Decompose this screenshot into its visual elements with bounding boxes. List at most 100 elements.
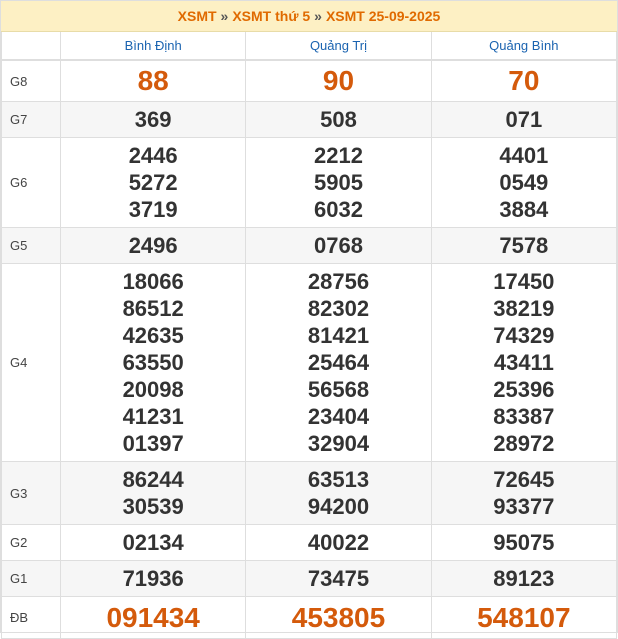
prize-number: 41231 [122, 404, 184, 429]
prize-cell: 091434 [59, 596, 247, 639]
prize-number: 6032 [314, 197, 363, 222]
prize-cell: 0768 [245, 227, 432, 264]
prize-number: 83387 [493, 404, 555, 429]
prize-number: 40022 [307, 530, 370, 555]
prize-table: G8 88 90 70 G7 369 508 071 G6 2446 5272 3719 2212 590… [1, 60, 618, 639]
prize-number: 30539 [122, 494, 184, 519]
prize-label: G3 [1, 461, 61, 525]
breadcrumb-xsmt-link[interactable]: XSMT [178, 8, 217, 24]
prize-number: 4401 [499, 143, 549, 168]
prize-number: 71936 [122, 566, 184, 591]
prize-number: 071 [505, 107, 543, 132]
prize-number: 2446 [128, 143, 178, 168]
results-table: Bình Định Quảng Trị Quảng Bình [1, 32, 618, 60]
prize-number: 81421 [307, 323, 370, 348]
prize-number: 5905 [314, 170, 363, 195]
prize-row-g8: G8 88 90 70 [1, 60, 618, 102]
prize-cell: 88 [59, 60, 247, 102]
prize-number: 508 [320, 107, 357, 132]
results-panel: XSMT » XSMT thứ 5 » XSMT 25-09-2025 Bình… [0, 0, 618, 639]
prize-row-g5: G5 2496 0768 7578 [1, 227, 618, 264]
prize-cell: 508 [245, 101, 432, 138]
prize-row-g4: G4 18066 86512 42635 63550 20098 41231 01397 287… [1, 263, 618, 462]
prize-cell: 7578 [430, 227, 618, 264]
prize-cell: 2212 5905 6032 [245, 137, 432, 228]
prize-number: 82302 [307, 296, 370, 321]
prize-number: 3884 [499, 197, 549, 222]
prize-number: 25396 [493, 377, 555, 402]
prize-cell: 63513 94200 [245, 461, 432, 525]
prize-row-g2: G2 02134 40022 95075 [1, 524, 618, 561]
prize-number: 2496 [128, 233, 178, 258]
prize-cell: 70 [430, 60, 618, 102]
prize-cell: 17450 38219 74329 43411 25396 83387 28972 [430, 263, 618, 462]
prize-number: 3719 [128, 197, 178, 222]
prize-number: 94200 [307, 494, 370, 519]
prize-cell: 2446 5272 3719 [59, 137, 247, 228]
prize-number: 63513 [307, 467, 370, 492]
breadcrumb-xsmt-date-link[interactable]: XSMT 25-09-2025 [326, 8, 440, 24]
prize-row-g6: G6 2446 5272 3719 2212 5905 6032 4401 0549 3884 [1, 137, 618, 228]
prize-label: G4 [1, 263, 61, 462]
prize-cell: 71936 [59, 560, 247, 597]
prize-number: 89123 [493, 566, 555, 591]
prize-number: 42635 [122, 323, 184, 348]
prize-cell: 453805 [245, 596, 432, 639]
prize-label: G7 [1, 101, 61, 138]
prize-cell: 40022 [245, 524, 432, 561]
prize-number: 88 [137, 65, 169, 96]
prize-cell: 2496 [59, 227, 247, 264]
province-quang-tri[interactable]: Quảng Trị [245, 32, 432, 60]
prize-row-g7: G7 369 508 071 [1, 101, 618, 138]
prize-number: 93377 [493, 494, 555, 519]
prize-number: 01397 [122, 431, 184, 456]
prize-number: 90 [322, 65, 355, 96]
prize-number: 86512 [122, 296, 184, 321]
prize-number: 091434 [106, 601, 200, 633]
prize-cell: 369 [59, 101, 247, 138]
breadcrumb: XSMT » XSMT thứ 5 » XSMT 25-09-2025 [1, 1, 617, 32]
prize-cell: 72645 93377 [430, 461, 618, 525]
breadcrumb-separator: » [314, 8, 322, 24]
prize-number: 02134 [122, 530, 184, 555]
province-binh-dinh[interactable]: Bình Định [59, 32, 247, 60]
prize-label: ĐB [1, 596, 61, 639]
province-header-row: Bình Định Quảng Trị Quảng Bình [1, 32, 618, 60]
prize-number: 0549 [499, 170, 549, 195]
prize-cell: 95075 [430, 524, 618, 561]
prize-number: 453805 [291, 601, 386, 633]
prize-row-g3: G3 86244 30539 63513 94200 72645 93377 [1, 461, 618, 525]
prize-cell: 071 [430, 101, 618, 138]
prize-label: G2 [1, 524, 61, 561]
prize-number: 74329 [493, 323, 555, 348]
prize-number: 28972 [493, 431, 555, 456]
prize-row-g1: G1 71936 73475 89123 [1, 560, 618, 597]
prize-cell: 02134 [59, 524, 247, 561]
prize-number: 25464 [307, 350, 370, 375]
prize-cell: 28756 82302 81421 25464 56568 23404 32904 [245, 263, 432, 462]
prize-cell: 90 [245, 60, 432, 102]
prize-number: 0768 [314, 233, 363, 258]
prize-cell: 89123 [430, 560, 618, 597]
prize-number: 86244 [122, 467, 184, 492]
prize-cell: 73475 [245, 560, 432, 597]
prize-label: G6 [1, 137, 61, 228]
header-corner-cell [1, 32, 61, 60]
breadcrumb-xsmt-thursday-link[interactable]: XSMT thứ 5 [232, 8, 310, 24]
prize-cell: 4401 0549 3884 [430, 137, 618, 228]
prize-row-đb: ĐB 091434 453805 548107 [1, 596, 618, 639]
prize-cell: 548107 [430, 596, 618, 639]
prize-number: 70 [508, 65, 540, 96]
prize-number: 2212 [314, 143, 363, 168]
prize-number: 369 [134, 107, 172, 132]
prize-number: 18066 [122, 269, 184, 294]
prize-number: 32904 [307, 431, 370, 456]
province-quang-binh[interactable]: Quảng Bình [430, 32, 618, 60]
prize-label: G8 [1, 60, 61, 102]
prize-number: 5272 [128, 170, 178, 195]
prize-number: 23404 [307, 404, 370, 429]
breadcrumb-separator: » [220, 8, 229, 24]
prize-number: 95075 [493, 530, 555, 555]
prize-number: 28756 [307, 269, 370, 294]
prize-cell: 86244 30539 [59, 461, 247, 525]
